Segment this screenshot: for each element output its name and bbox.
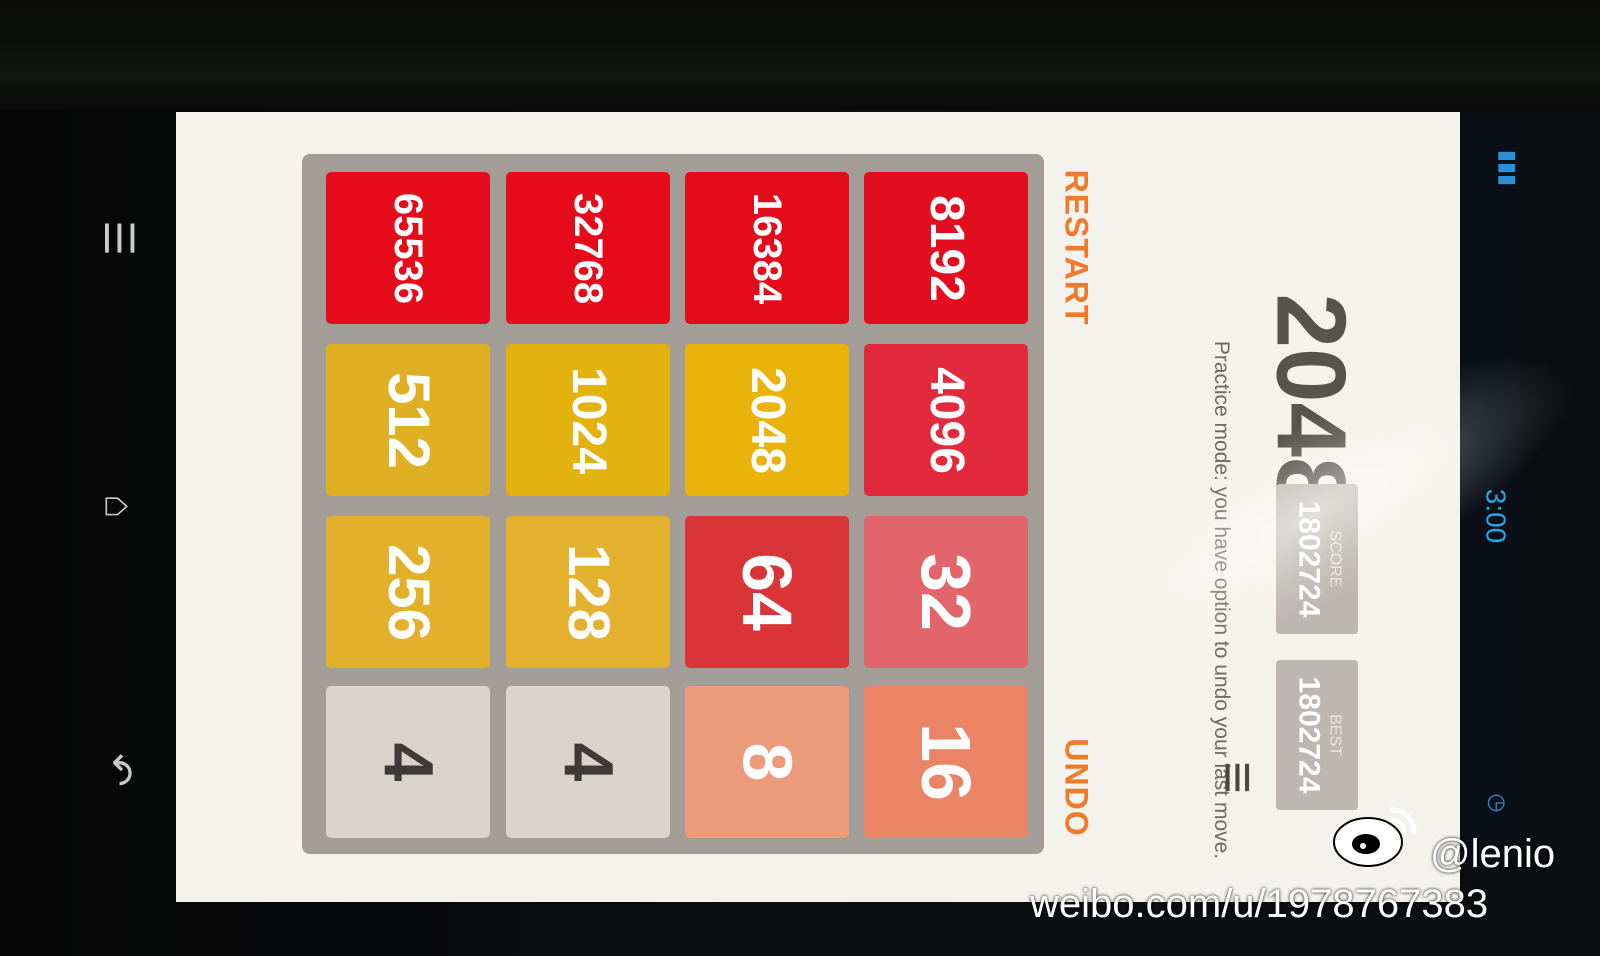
- weibo-logo-icon: [1333, 807, 1417, 867]
- tile-value: 1024: [561, 366, 615, 474]
- game-board[interactable]: 8192 4096 32 16 16384 2048 64 8 32768 1024 128 4 655…: [302, 154, 1044, 854]
- tile-value: 65536: [386, 192, 431, 304]
- tile: 16: [864, 686, 1028, 838]
- tile-value: 32768: [566, 192, 611, 304]
- tile: 128: [506, 516, 670, 668]
- top-bezel: [0, 0, 1600, 110]
- tile: 64: [685, 516, 849, 668]
- tile: 65536: [326, 172, 490, 324]
- status-time: 3:00: [1480, 488, 1512, 544]
- android-nav-bar: ☰ ⌂ ↶: [60, 150, 170, 850]
- tile: 1024: [506, 344, 670, 496]
- phone-frame: ▮▮▮ 3:00 ◷ ☰ ⌂ ↶ 8192 4096 32 16 16384 2048 64…: [0, 0, 1600, 956]
- tile: 8: [685, 686, 849, 838]
- tile-value: 8192: [919, 194, 973, 302]
- tile: 256: [326, 516, 490, 668]
- tile-value: 32: [907, 553, 985, 631]
- tile: 2048: [685, 344, 849, 496]
- tile: 4: [326, 686, 490, 838]
- watermark: @lenio weibo.com/u/1978767383: [1030, 800, 1590, 940]
- back-icon[interactable]: ↶: [90, 742, 146, 798]
- tile-value: 4: [549, 742, 627, 782]
- tile: 16384: [685, 172, 849, 324]
- tile-value: 256: [375, 543, 441, 641]
- tile-value: 512: [375, 371, 441, 469]
- score-value: 1802724: [1292, 500, 1326, 618]
- tile: 4: [506, 686, 670, 838]
- best-box: BEST 1802724: [1276, 660, 1358, 810]
- tile-value: 8: [728, 742, 806, 782]
- tile-value: 2048: [740, 366, 794, 474]
- signal-icon: ▮▮▮: [1496, 149, 1522, 187]
- watermark-url: weibo.com/u/1978767383: [1030, 882, 1489, 926]
- watermark-handle: @lenio: [1430, 832, 1556, 876]
- menu-icon[interactable]: ☰: [90, 210, 146, 266]
- home-icon[interactable]: ⌂: [90, 478, 146, 534]
- score-label: SCORE: [1326, 530, 1344, 588]
- tile-value: 16384: [745, 192, 790, 304]
- best-value: 1802724: [1292, 676, 1326, 794]
- tile-value: 128: [555, 543, 621, 641]
- tile: 32768: [506, 172, 670, 324]
- tile: 4096: [864, 344, 1028, 496]
- tile: 32: [864, 516, 1028, 668]
- tile-value: 4096: [919, 366, 973, 474]
- tile: 512: [326, 344, 490, 496]
- restart-label: RESTART: [1058, 169, 1095, 325]
- tile-value: 4: [369, 742, 447, 782]
- restart-button[interactable]: RESTART: [1056, 162, 1096, 332]
- best-label: BEST: [1326, 714, 1344, 756]
- score-box: SCORE 1802724: [1276, 484, 1358, 634]
- tile-value: 64: [728, 553, 806, 631]
- tile: 8192: [864, 172, 1028, 324]
- tile-value: 16: [907, 723, 985, 801]
